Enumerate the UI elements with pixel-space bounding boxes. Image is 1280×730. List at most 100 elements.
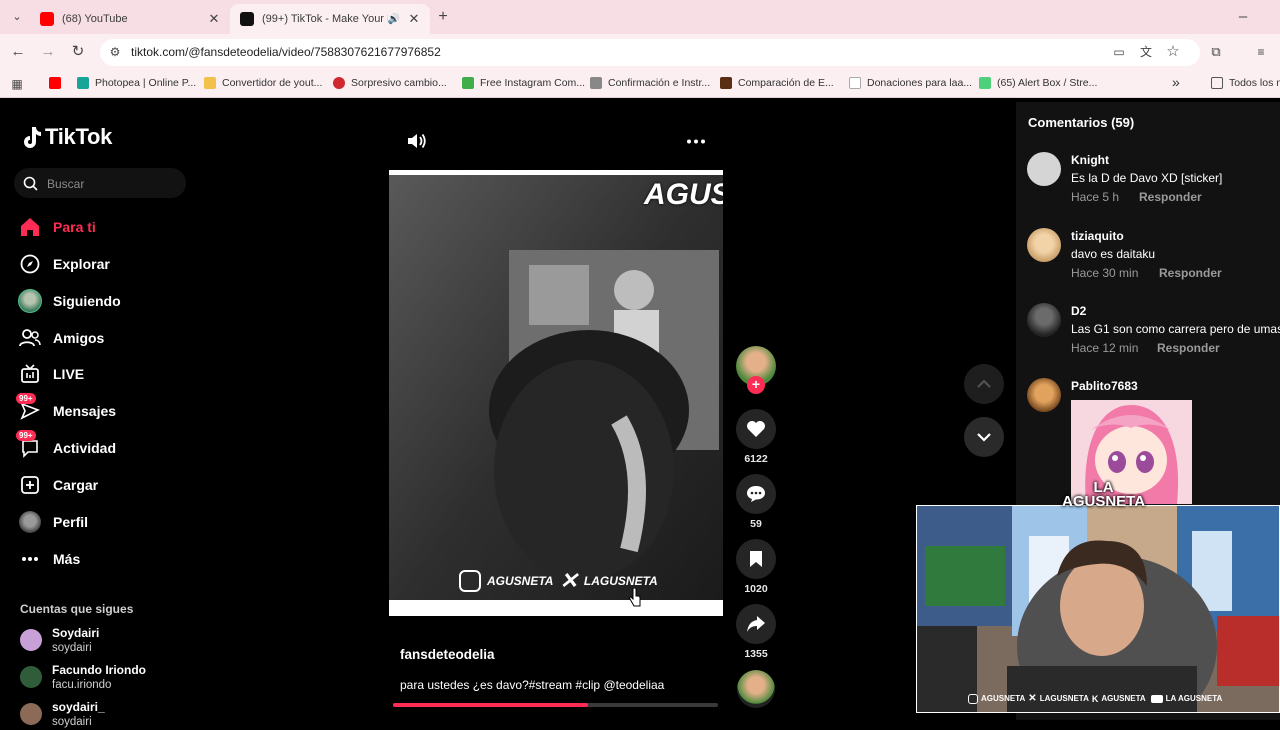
comment-text: davo es daitaku <box>1071 247 1156 261</box>
tab-close-icon[interactable]: ✕ <box>406 11 422 27</box>
nav-actividad[interactable]: 99+ Actividad <box>16 430 116 461</box>
bookmark-youtube[interactable] <box>49 77 67 89</box>
comment-bubble-icon <box>747 486 765 502</box>
tab-search-chevron-icon[interactable]: ⌄ <box>8 8 26 26</box>
more-dots-icon <box>18 547 42 571</box>
video-player[interactable]: AGUS AGUSNETA ✕ LAGUSNETA <box>389 170 723 616</box>
streamelements-icon <box>979 77 991 89</box>
forward-arrow-icon[interactable]: → <box>39 43 57 61</box>
bookmark-item[interactable]: Free Instagram Com... <box>462 77 585 89</box>
new-tab-button[interactable]: + <box>434 8 452 26</box>
volume-icon[interactable] <box>406 132 428 150</box>
nav-cargar[interactable]: Cargar <box>18 472 98 498</box>
followed-account[interactable]: Soydairi soydairi <box>20 626 99 656</box>
chevron-down-icon <box>977 433 991 442</box>
avatar[interactable] <box>1027 152 1061 186</box>
bookmark-item[interactable]: (65) Alert Box / Stre... <box>979 77 1097 89</box>
tab-youtube[interactable]: (68) YouTube ✕ <box>30 4 230 34</box>
url-text[interactable]: tiktok.com/@fansdeteodelia/video/7588307… <box>131 45 441 59</box>
comment-time: Hace 30 min <box>1071 266 1139 280</box>
back-arrow-icon[interactable]: ← <box>9 43 27 61</box>
folder-icon <box>204 77 216 89</box>
upload-icon <box>18 473 42 497</box>
all-bookmarks[interactable]: Todos los m <box>1211 77 1280 89</box>
reply-button[interactable]: Responder <box>1159 266 1222 280</box>
comment-username[interactable]: D2 <box>1071 304 1086 318</box>
tab-close-icon[interactable]: ✕ <box>206 11 222 27</box>
bookmark-item[interactable]: Confirmación e Instr... <box>590 77 710 89</box>
nav-explorar[interactable]: Explorar <box>18 251 110 277</box>
nav-mensajes[interactable]: 99+ Mensajes <box>16 393 116 424</box>
video-frame <box>389 170 723 616</box>
comment-username[interactable]: tiziaquito <box>1071 229 1124 243</box>
reply-button[interactable]: Responder <box>1139 190 1202 204</box>
follow-plus-icon[interactable]: + <box>747 376 765 394</box>
translate-icon[interactable]: 文 <box>1137 43 1155 61</box>
avatar[interactable] <box>1027 378 1061 412</box>
bookmarks-overflow-button[interactable]: » <box>1172 74 1180 90</box>
bookmark-item[interactable]: Comparación de E... <box>720 77 834 89</box>
next-video-button[interactable] <box>964 417 1004 457</box>
youtube-icon <box>1150 694 1163 703</box>
activity-icon: 99+ <box>16 430 42 460</box>
nav-perfil[interactable]: Perfil <box>18 509 88 535</box>
minimize-window-icon[interactable]: – <box>1234 8 1252 26</box>
site-icon <box>462 77 474 89</box>
search-placeholder: Buscar <box>47 177 85 191</box>
tiktok-logo[interactable]: TikTok <box>20 124 112 150</box>
bookmark-star-icon[interactable]: ☆ <box>1164 43 1182 61</box>
comment-time: Hace 12 min <box>1071 341 1139 355</box>
reply-button[interactable]: Responder <box>1157 341 1220 355</box>
previous-video-button[interactable] <box>964 364 1004 404</box>
messages-badge: 99+ <box>16 393 36 404</box>
site-icon <box>849 77 861 89</box>
media-control-icon[interactable]: ≡ <box>1252 43 1270 61</box>
nav-mas[interactable]: Más <box>18 546 80 572</box>
share-button[interactable] <box>736 604 776 644</box>
chevron-up-icon <box>977 379 991 388</box>
followed-account[interactable]: Facundo Iriondo facu.iriondo <box>20 663 146 693</box>
extensions-icon[interactable]: ⧉ <box>1207 43 1225 61</box>
tiktok-note-icon <box>24 127 41 148</box>
bookmark-item[interactable]: Convertidor de yout... <box>204 77 322 89</box>
avatar[interactable] <box>1027 303 1061 337</box>
music-disc-avatar[interactable] <box>737 670 775 708</box>
kick-icon: K <box>1091 693 1099 704</box>
tab-audio-icon[interactable]: 🔊 <box>388 14 400 25</box>
messages-icon: 99+ <box>16 393 42 423</box>
cast-icon[interactable]: ▭ <box>1110 43 1128 61</box>
compass-icon <box>18 252 42 276</box>
like-button[interactable] <box>736 409 776 449</box>
site-info-icon[interactable]: ⚙ <box>106 43 124 61</box>
followed-account[interactable]: soydairi_ soydairi <box>20 700 105 730</box>
bookmark-item[interactable]: Donaciones para laa... <box>849 77 972 89</box>
activity-badge: 99+ <box>16 430 36 441</box>
folder-icon <box>1211 77 1223 89</box>
video-author[interactable]: fansdeteodelia <box>400 647 495 662</box>
tab-tiktok[interactable]: (99+) TikTok - Make Your Da 🔊 ✕ <box>230 4 430 34</box>
comment-username[interactable]: Pablito7683 <box>1071 379 1138 393</box>
nav-para-ti[interactable]: Para ti <box>18 214 96 240</box>
save-button[interactable] <box>736 539 776 579</box>
search-input[interactable] <box>14 168 186 198</box>
nav-live[interactable]: LIVE <box>18 361 84 387</box>
nav-amigos[interactable]: Amigos <box>18 325 104 351</box>
bookmark-item[interactable]: Sorpresivo cambio... <box>333 77 447 89</box>
bookmark-item[interactable]: Photopea | Online P... <box>77 77 196 89</box>
streamer-logo: LA AGUSNETA <box>1062 479 1146 510</box>
avatar[interactable] <box>1027 228 1061 262</box>
apps-grid-icon[interactable]: ▦ <box>8 75 26 93</box>
photopea-icon <box>77 77 89 89</box>
reload-icon[interactable]: ↻ <box>69 43 87 61</box>
video-progress-bar[interactable] <box>393 703 718 707</box>
instagram-icon <box>459 570 481 592</box>
comment-button[interactable] <box>736 474 776 514</box>
site-icon <box>333 77 345 89</box>
nav-siguiendo[interactable]: Siguiendo <box>18 288 121 314</box>
comments-title: Comentarios (59) <box>1028 115 1135 130</box>
more-options-icon[interactable] <box>686 139 706 144</box>
webcam-feed <box>917 506 1279 712</box>
comment-username[interactable]: Knight <box>1071 153 1109 167</box>
instagram-icon <box>968 693 978 704</box>
share-arrow-icon <box>747 616 765 632</box>
